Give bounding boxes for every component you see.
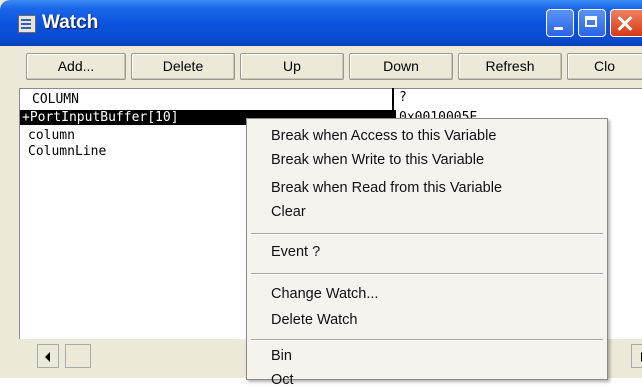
- watch-row-name[interactable]: COLUMN: [32, 92, 79, 107]
- title-bar[interactable]: Watch: [0, 0, 642, 46]
- menu-separator: [251, 273, 603, 275]
- menu-separator: [251, 233, 603, 235]
- add-button[interactable]: Add...: [26, 53, 126, 80]
- refresh-button[interactable]: Refresh: [458, 53, 562, 80]
- toolbar: Add... Delete Up Down Refresh Clo: [0, 46, 642, 86]
- up-button[interactable]: Up: [240, 53, 344, 80]
- watch-row-value: ?: [399, 90, 407, 105]
- menu-break-access[interactable]: Break when Access to this Variable: [271, 127, 496, 145]
- minimize-button[interactable]: [546, 9, 574, 37]
- down-button[interactable]: Down: [349, 53, 453, 80]
- menu-change-watch[interactable]: Change Watch...: [271, 285, 378, 303]
- scroll-left-arrow-icon[interactable]: [37, 344, 59, 368]
- menu-delete-watch[interactable]: Delete Watch: [271, 311, 358, 329]
- menu-break-read[interactable]: Break when Read from this Variable: [271, 179, 502, 197]
- delete-button[interactable]: Delete: [131, 53, 235, 80]
- menu-separator: [251, 339, 603, 341]
- window-title: Watch: [42, 12, 99, 33]
- menu-clear[interactable]: Clear: [271, 203, 306, 221]
- menu-event[interactable]: Event ?: [271, 243, 320, 261]
- maximize-button[interactable]: [578, 9, 606, 37]
- watch-row-name[interactable]: ColumnLine: [28, 144, 106, 159]
- context-menu: Break when Access to this Variable Break…: [246, 118, 608, 388]
- watch-row-name[interactable]: column: [28, 128, 75, 143]
- watch-window: Watch Add... Delete Up Down Refresh Clo …: [0, 0, 642, 388]
- scrollbar-thumb[interactable]: [65, 344, 91, 368]
- menu-break-write[interactable]: Break when Write to this Variable: [271, 151, 484, 169]
- close-window-button[interactable]: [610, 9, 642, 37]
- menu-bin[interactable]: Bin: [271, 347, 292, 365]
- menu-oct[interactable]: Oct: [271, 371, 294, 389]
- scroll-right-arrow-icon[interactable]: [631, 344, 642, 368]
- watch-window-icon: [18, 15, 36, 33]
- close-button[interactable]: Clo: [567, 53, 642, 80]
